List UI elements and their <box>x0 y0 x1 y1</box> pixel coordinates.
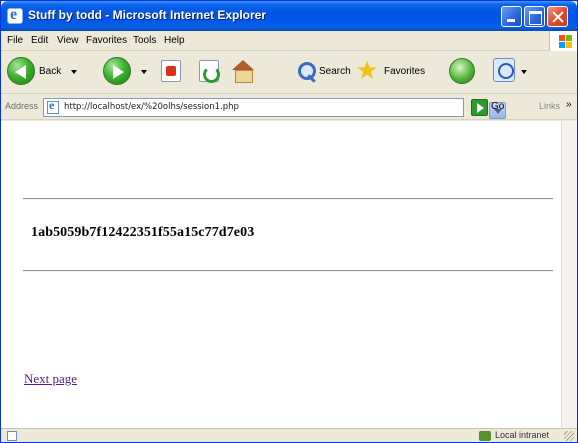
address-input[interactable]: http://localhost/ex/%20olhs/session1.php <box>43 98 506 119</box>
history-dropdown-icon[interactable] <box>521 70 527 74</box>
resize-grip-icon[interactable] <box>564 431 574 441</box>
menu-tools[interactable]: Tools <box>133 35 156 46</box>
horizontal-rule <box>23 270 553 272</box>
minimize-button[interactable] <box>501 6 522 27</box>
links-label[interactable]: Links <box>539 101 560 111</box>
next-page-link[interactable]: Next page <box>24 371 77 387</box>
favorites-star-icon[interactable]: ★ <box>353 56 381 84</box>
address-bar: Address http://localhost/ex/%20olhs/sess… <box>1 95 577 120</box>
forward-dropdown-icon[interactable] <box>141 70 147 74</box>
menu-favorites[interactable]: Favorites <box>86 35 127 46</box>
horizontal-rule <box>23 198 553 200</box>
menu-bar: File Edit View Favorites Tools Help <box>1 31 577 51</box>
refresh-icon[interactable] <box>199 60 220 83</box>
browser-window: Stuff by todd - Microsoft Internet Explo… <box>0 0 578 443</box>
media-icon[interactable] <box>449 58 475 84</box>
menu-view[interactable]: View <box>57 35 79 46</box>
page-content: 1ab5059b7f12422351f55a15c77d7e03 Next pa… <box>1 121 561 428</box>
links-chevron-icon[interactable]: » <box>566 99 572 110</box>
standard-toolbar: Back Search ★ Favorites <box>1 52 577 94</box>
vertical-scrollbar[interactable] <box>561 121 577 428</box>
address-url[interactable]: http://localhost/ex/%20olhs/session1.php <box>64 102 239 112</box>
internet-explorer-icon <box>7 6 23 24</box>
search-label[interactable]: Search <box>319 66 351 77</box>
stop-icon[interactable] <box>161 60 181 82</box>
menu-edit[interactable]: Edit <box>31 35 48 46</box>
go-arrow-icon[interactable] <box>471 99 488 116</box>
favorites-label[interactable]: Favorites <box>384 66 425 77</box>
title-bar[interactable]: Stuff by todd - Microsoft Internet Explo… <box>1 1 577 31</box>
status-page-icon <box>7 431 17 441</box>
back-dropdown-icon[interactable] <box>71 70 77 74</box>
history-icon[interactable] <box>493 58 515 82</box>
back-icon[interactable] <box>7 57 35 85</box>
page-icon <box>47 98 59 114</box>
home-icon[interactable] <box>232 60 254 83</box>
menu-help[interactable]: Help <box>164 35 185 46</box>
security-zone-label: Local intranet <box>495 430 550 440</box>
go-button-label[interactable]: Go <box>491 101 504 112</box>
address-label: Address <box>5 101 39 111</box>
maximize-button[interactable] <box>524 6 545 27</box>
window-title: Stuff by todd - Microsoft Internet Explo… <box>28 8 267 22</box>
back-label[interactable]: Back <box>39 66 61 77</box>
search-icon[interactable] <box>297 60 317 82</box>
forward-icon[interactable] <box>103 57 131 85</box>
windows-logo-icon <box>549 31 577 51</box>
close-button[interactable] <box>547 6 568 27</box>
status-bar: Local intranet <box>1 428 577 442</box>
local-intranet-icon <box>479 431 491 441</box>
session-id-text: 1ab5059b7f12422351f55a15c77d7e03 <box>31 225 255 240</box>
menu-file[interactable]: File <box>7 35 23 46</box>
